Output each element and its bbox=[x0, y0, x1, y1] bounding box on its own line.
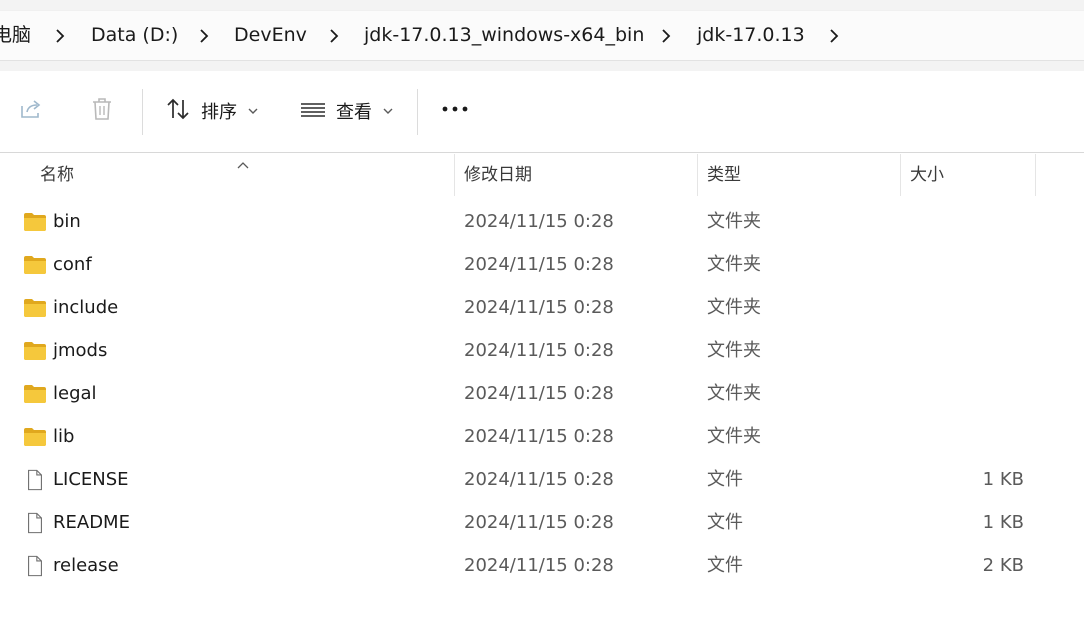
file-size: 1 KB bbox=[982, 469, 1024, 490]
column-header-size[interactable]: 大小 bbox=[910, 154, 944, 196]
sort-button[interactable]: 排序 bbox=[165, 83, 259, 139]
file-type: 文件 bbox=[707, 555, 743, 576]
file-type: 文件夹 bbox=[707, 383, 761, 404]
column-divider[interactable] bbox=[697, 154, 698, 196]
column-header-type[interactable]: 类型 bbox=[707, 154, 741, 196]
breadcrumb-item-data-drive[interactable]: Data (D:) bbox=[91, 11, 178, 60]
file-date: 2024/11/15 0:28 bbox=[464, 211, 614, 232]
file-type: 文件夹 bbox=[707, 211, 761, 232]
address-bar: 电脑 Data (D:) DevEnv jdk-17.0.13_windows-… bbox=[0, 0, 1084, 71]
file-row[interactable]: lib 2024/11/15 0:28 文件夹 bbox=[0, 415, 1084, 458]
chevron-down-icon bbox=[382, 102, 394, 121]
folder-icon bbox=[23, 211, 47, 233]
folder-icon bbox=[23, 254, 47, 276]
file-name: jmods bbox=[53, 340, 108, 361]
chevron-right-icon[interactable] bbox=[325, 27, 343, 45]
folder-icon bbox=[23, 340, 47, 362]
chevron-right-icon[interactable] bbox=[825, 27, 843, 45]
sort-label: 排序 bbox=[201, 102, 237, 123]
more-dots-icon bbox=[441, 96, 469, 126]
file-row[interactable]: include 2024/11/15 0:28 文件夹 bbox=[0, 286, 1084, 329]
file-type: 文件 bbox=[707, 512, 743, 533]
file-list: bin 2024/11/15 0:28 文件夹 conf 2024/11/15 0:28… bbox=[0, 200, 1084, 587]
breadcrumb-item-jdk[interactable]: jdk-17.0.13 bbox=[697, 11, 805, 60]
chevron-right-icon[interactable] bbox=[195, 27, 213, 45]
folder-icon bbox=[23, 297, 47, 319]
column-header-name[interactable]: 名称 bbox=[40, 154, 74, 196]
view-button[interactable]: 查看 bbox=[300, 83, 394, 139]
chevron-right-icon[interactable] bbox=[657, 27, 675, 45]
file-name: LICENSE bbox=[53, 469, 129, 490]
file-icon bbox=[23, 555, 47, 577]
breadcrumb-item-computer[interactable]: 电脑 bbox=[0, 11, 31, 60]
sort-ascending-icon bbox=[236, 155, 250, 174]
file-date: 2024/11/15 0:28 bbox=[464, 297, 614, 318]
file-name: legal bbox=[53, 383, 97, 404]
view-label: 查看 bbox=[336, 102, 372, 123]
column-divider[interactable] bbox=[454, 154, 455, 196]
file-date: 2024/11/15 0:28 bbox=[464, 512, 614, 533]
file-name: include bbox=[53, 297, 119, 318]
file-name: release bbox=[53, 555, 119, 576]
file-date: 2024/11/15 0:28 bbox=[464, 426, 614, 447]
file-date: 2024/11/15 0:28 bbox=[464, 555, 614, 576]
file-type: 文件夹 bbox=[707, 426, 761, 447]
file-name: bin bbox=[53, 211, 81, 232]
file-row[interactable]: jmods 2024/11/15 0:28 文件夹 bbox=[0, 329, 1084, 372]
file-icon bbox=[23, 469, 47, 491]
file-type: 文件夹 bbox=[707, 254, 761, 275]
file-row[interactable]: LICENSE 2024/11/15 0:28 文件 1 KB bbox=[0, 458, 1084, 501]
toolbar-divider bbox=[417, 89, 418, 135]
file-name: README bbox=[53, 512, 130, 533]
delete-button[interactable] bbox=[89, 83, 115, 139]
file-row[interactable]: README 2024/11/15 0:28 文件 1 KB bbox=[0, 501, 1084, 544]
file-date: 2024/11/15 0:28 bbox=[464, 383, 614, 404]
file-date: 2024/11/15 0:28 bbox=[464, 254, 614, 275]
file-type: 文件夹 bbox=[707, 340, 761, 361]
share-icon bbox=[18, 96, 44, 126]
file-name: conf bbox=[53, 254, 92, 275]
file-date: 2024/11/15 0:28 bbox=[464, 469, 614, 490]
file-row[interactable]: bin 2024/11/15 0:28 文件夹 bbox=[0, 200, 1084, 243]
share-button[interactable] bbox=[18, 83, 44, 139]
folder-icon bbox=[23, 383, 47, 405]
column-header-row: 名称 修改日期 类型 大小 bbox=[0, 154, 1084, 196]
toolbar-divider bbox=[142, 89, 143, 135]
file-row[interactable]: legal 2024/11/15 0:28 文件夹 bbox=[0, 372, 1084, 415]
trash-icon bbox=[89, 96, 115, 126]
breadcrumb-item-devenv[interactable]: DevEnv bbox=[234, 11, 307, 60]
file-type: 文件夹 bbox=[707, 297, 761, 318]
file-type: 文件 bbox=[707, 469, 743, 490]
file-size: 1 KB bbox=[982, 512, 1024, 533]
more-options-button[interactable] bbox=[441, 83, 469, 139]
file-row[interactable]: release 2024/11/15 0:28 文件 2 KB bbox=[0, 544, 1084, 587]
file-size: 2 KB bbox=[982, 555, 1024, 576]
view-list-icon bbox=[300, 96, 326, 126]
file-row[interactable]: conf 2024/11/15 0:28 文件夹 bbox=[0, 243, 1084, 286]
file-date: 2024/11/15 0:28 bbox=[464, 340, 614, 361]
column-divider[interactable] bbox=[1035, 154, 1036, 196]
folder-icon bbox=[23, 426, 47, 448]
sort-arrows-icon bbox=[165, 96, 191, 126]
chevron-down-icon bbox=[247, 102, 259, 121]
column-divider[interactable] bbox=[900, 154, 901, 196]
chevron-right-icon[interactable] bbox=[51, 27, 69, 45]
command-bar: 排序 查看 bbox=[0, 71, 1084, 153]
breadcrumb: 电脑 Data (D:) DevEnv jdk-17.0.13_windows-… bbox=[0, 10, 1084, 61]
column-header-date[interactable]: 修改日期 bbox=[464, 154, 532, 196]
file-name: lib bbox=[53, 426, 75, 447]
file-icon bbox=[23, 512, 47, 534]
breadcrumb-item-jdk-bin[interactable]: jdk-17.0.13_windows-x64_bin bbox=[364, 11, 644, 60]
